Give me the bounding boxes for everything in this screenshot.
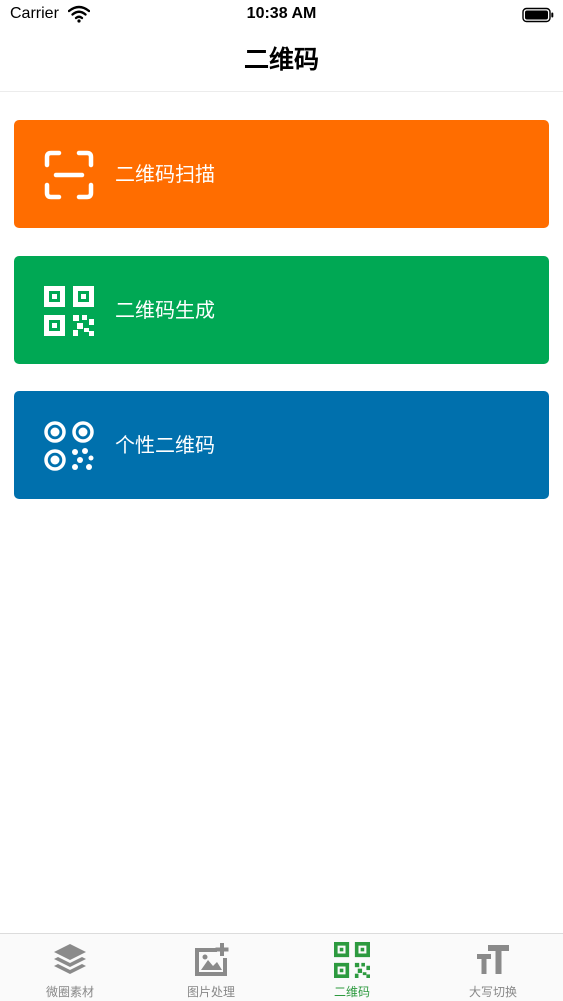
qr-scan-button[interactable]: 二维码扫描: [14, 120, 549, 228]
layers-icon: [54, 944, 86, 974]
page-title: 二维码: [243, 45, 319, 74]
qr-code-icon: [44, 286, 94, 336]
qr-code-icon: [334, 942, 370, 978]
custom-qr-icon: [44, 421, 94, 471]
tab-qr-code[interactable]: 二维码: [282, 934, 422, 1001]
tab-moments-material[interactable]: 微圈素材: [0, 934, 140, 1001]
card-label-scan: 二维码扫描: [115, 162, 215, 186]
scan-frame-icon: [44, 150, 94, 200]
navigation-bar: 二维码: [0, 30, 563, 92]
custom-qr-button[interactable]: 个性二维码: [14, 391, 549, 499]
card-label-custom: 个性二维码: [115, 433, 215, 457]
tab-label: 大写切换: [468, 985, 517, 999]
tab-bar: 微圈素材 图片处理 二维码 大写切换: [0, 933, 563, 1001]
status-time: 10:38 AM: [246, 5, 317, 22]
text-case-icon: [477, 945, 509, 974]
tab-label: 二维码: [333, 985, 370, 999]
status-bar: Carrier 10:38 AM: [0, 0, 563, 30]
tab-label: 微圈素材: [45, 985, 94, 999]
tab-image-processing[interactable]: 图片处理: [141, 934, 281, 1001]
tab-label: 图片处理: [186, 985, 235, 999]
qr-generate-button[interactable]: 二维码生成: [14, 256, 549, 364]
image-add-icon: [195, 943, 229, 976]
card-label-generate: 二维码生成: [115, 298, 215, 322]
battery-icon: [522, 7, 554, 23]
tab-case-convert[interactable]: 大写切换: [423, 934, 563, 1001]
